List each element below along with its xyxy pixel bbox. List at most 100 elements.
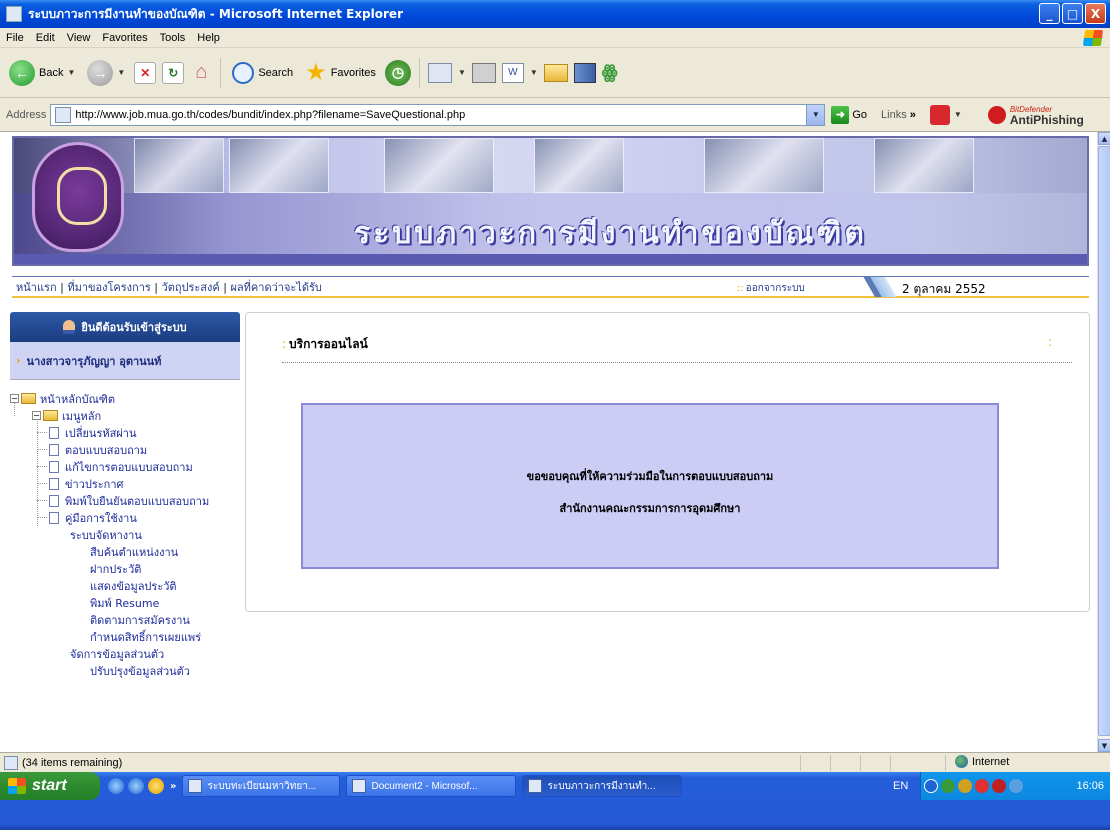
menu-item-manual[interactable]: คู่มือการใช้งาน — [10, 509, 240, 526]
university-seal-logo — [32, 142, 124, 252]
menu-item-label: ตอบแบบสอบถาม — [65, 443, 148, 457]
messenger-icon[interactable]: ꙮ — [602, 62, 618, 83]
forward-button[interactable]: → ▼ — [84, 55, 128, 91]
display-tray-icon[interactable] — [1009, 779, 1023, 793]
page-icon — [49, 443, 59, 456]
nav-separator: | — [60, 280, 64, 294]
start-button[interactable]: start — [0, 772, 100, 800]
nav-link-home[interactable]: หน้าแรก — [16, 281, 57, 294]
language-indicator[interactable]: EN — [893, 780, 908, 792]
antiphishing-button[interactable]: BitDefender AntiPhishing — [1010, 105, 1084, 126]
menu-favorites[interactable]: Favorites — [102, 32, 147, 44]
nav-decoration — [847, 277, 897, 297]
job-item-publish-rights[interactable]: กำหนดสิทธิ์การเผยแพร่ — [10, 628, 240, 645]
volume-tray-icon[interactable] — [958, 779, 972, 793]
browser-toolbar: ← Back ▼ → ▼ ✕ ↻ ⌂ Search ★ Favorites ◷ … — [0, 48, 1110, 98]
mail-dropdown-icon[interactable]: ▼ — [458, 68, 466, 77]
tray-expand-icon[interactable] — [924, 779, 938, 793]
research-icon[interactable] — [573, 62, 596, 83]
menu-file[interactable]: File — [6, 32, 24, 44]
edit-dropdown-icon[interactable]: ▼ — [530, 68, 538, 77]
collapse-icon[interactable]: − — [32, 411, 41, 420]
nav-link-objectives[interactable]: วัตถุประสงค์ — [162, 281, 220, 294]
page-loading-icon — [4, 755, 18, 770]
network-tray-icon[interactable] — [941, 779, 955, 793]
messenger-quicklaunch-icon[interactable] — [148, 778, 164, 794]
back-dropdown-icon[interactable]: ▼ — [67, 68, 75, 77]
menu-item-edit-survey[interactable]: แก้ไขการตอบแบบสอบถาม — [10, 458, 240, 475]
job-item-deposit-resume[interactable]: ฝากประวัติ — [10, 560, 240, 577]
tree-menu-folder[interactable]: − เมนูหลัก — [10, 407, 240, 424]
favorites-button[interactable]: ★ Favorites — [302, 55, 379, 91]
pdf-icon[interactable] — [929, 104, 950, 125]
mail-icon[interactable] — [427, 62, 452, 83]
minimize-button[interactable]: _ — [1039, 3, 1060, 24]
menu-item-label: แก้ไขการตอบแบบสอบถาม — [65, 460, 193, 474]
tree-connector — [37, 466, 47, 467]
search-button[interactable]: Search — [229, 55, 296, 91]
section-title: บริการออนไลน์ — [289, 337, 368, 351]
collapse-icon[interactable]: − — [10, 394, 19, 403]
menu-tools[interactable]: Tools — [160, 32, 186, 44]
menu-item-label: ข่าวประกาศ — [65, 477, 124, 491]
forward-dropdown-icon[interactable]: ▼ — [117, 68, 125, 77]
stop-icon[interactable]: ✕ — [134, 61, 157, 84]
nav-separator: | — [223, 280, 227, 294]
job-item-track-applications[interactable]: ติดตามการสมัครงาน — [10, 611, 240, 628]
zone-label: Internet — [972, 755, 1010, 768]
browser-quicklaunch-icon[interactable] — [128, 778, 144, 794]
vertical-scrollbar[interactable]: ▲ ▼ — [1097, 132, 1110, 752]
quicklaunch-chevron-icon[interactable]: » — [170, 781, 176, 792]
job-item-show-profile[interactable]: แสดงข้อมูลประวัติ — [10, 577, 240, 594]
folder-icon[interactable] — [543, 63, 568, 82]
menu-item-answer-survey[interactable]: ตอบแบบสอบถาม — [10, 441, 240, 458]
personal-section-label: จัดการข้อมูลส่วนตัว — [70, 647, 165, 661]
job-item-print-resume[interactable]: พิมพ์ Resume — [10, 594, 240, 611]
nav-link-expected-results[interactable]: ผลที่คาดว่าจะได้รับ — [230, 281, 321, 294]
taskbar-item-active[interactable]: ระบบภาวะการมีงานทำ... — [522, 775, 683, 797]
quick-launch: » — [108, 778, 176, 794]
bitdefender-tray-icon[interactable] — [992, 779, 1006, 793]
history-icon[interactable]: ◷ — [384, 59, 411, 86]
maximize-button[interactable]: □ — [1062, 3, 1083, 24]
menu-item-change-password[interactable]: เปลี่ยนรหัสผ่าน — [10, 424, 240, 441]
menu-view[interactable]: View — [67, 32, 91, 44]
scroll-thumb[interactable] — [1098, 146, 1110, 736]
status-divider — [830, 755, 831, 771]
menu-help[interactable]: Help — [197, 32, 220, 44]
scroll-up-icon[interactable]: ▲ — [1098, 132, 1110, 145]
nav-link-background[interactable]: ที่มาของโครงการ — [67, 281, 150, 294]
taskbar-item[interactable]: Document2 - Microsof... — [346, 775, 517, 797]
address-dropdown-icon[interactable]: ▼ — [806, 104, 825, 125]
edit-word-icon[interactable]: W — [501, 62, 524, 83]
print-icon[interactable] — [471, 62, 496, 83]
antivirus-tray-icon[interactable] — [975, 779, 989, 793]
ie-quicklaunch-icon[interactable] — [108, 778, 124, 794]
menu-item-print-confirmation[interactable]: พิมพ์ใบยืนยันตอบแบบสอบถาม — [10, 492, 240, 509]
links-button[interactable]: Links » — [881, 109, 916, 121]
window-titlebar[interactable]: ระบบภาวะการมีงานทำของบัณฑิต - Microsoft … — [0, 0, 1110, 28]
refresh-icon[interactable]: ↻ — [162, 61, 185, 84]
personal-item-label: ปรับปรุงข้อมูลส่วนตัว — [90, 664, 190, 678]
job-item-search[interactable]: สืบค้นตำแหน่งงาน — [10, 543, 240, 560]
menu-folder-label: เมนูหลัก — [62, 409, 102, 423]
close-button[interactable]: X — [1085, 3, 1106, 24]
go-button[interactable]: ➜ Go — [831, 105, 867, 124]
personal-item-update[interactable]: ปรับปรุงข้อมูลส่วนตัว — [10, 662, 240, 679]
job-section-heading: ระบบจัดหางาน — [10, 526, 240, 543]
address-url[interactable]: http://www.job.mua.go.th/codes/bundit/in… — [75, 109, 465, 121]
back-button[interactable]: ← Back ▼ — [6, 55, 78, 91]
tree-root[interactable]: − หน้าหลักบัณฑิต — [10, 390, 240, 407]
taskbar-item[interactable]: ระบบทะเบียนมหาวิทยา... — [182, 775, 341, 797]
logout-link[interactable]: :: ออกจากระบบ — [737, 281, 805, 296]
bitdefender-icon[interactable] — [987, 105, 1006, 124]
pdf-dropdown-icon[interactable]: ▼ — [954, 110, 962, 119]
menu-item-news[interactable]: ข่าวประกาศ — [10, 475, 240, 492]
scroll-down-icon[interactable]: ▼ — [1098, 739, 1110, 752]
address-input[interactable]: http://www.job.mua.go.th/codes/bundit/in… — [50, 103, 826, 126]
home-icon[interactable]: ⌂ — [190, 61, 212, 84]
personal-section-heading: จัดการข้อมูลส่วนตัว — [10, 645, 240, 662]
menu-edit[interactable]: Edit — [36, 32, 55, 44]
tree-connector — [37, 432, 47, 433]
back-label: Back — [39, 66, 64, 79]
